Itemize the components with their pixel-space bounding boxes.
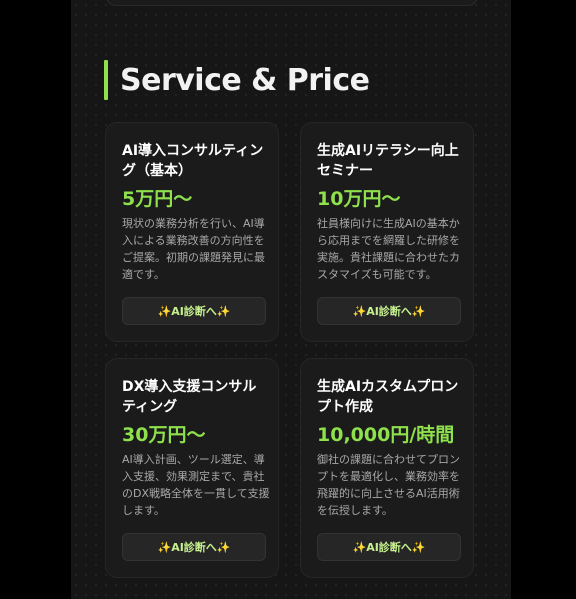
card-description: AI導入計画、ツール選定、導入支援、効果測定まで、貴社のDX戦略全体を一貫して支… bbox=[122, 453, 270, 517]
ai-diagnosis-button[interactable]: ✨AI診断へ✨ bbox=[122, 533, 266, 561]
ai-diagnosis-button[interactable]: ✨AI診断へ✨ bbox=[317, 533, 461, 561]
card-title: 生成AIリテラシー向上セミナー bbox=[317, 143, 459, 179]
service-card-ai-consulting: AI導入コンサルティング（基本） 5万円〜 現状の業務分析を行い、AI導入による… bbox=[105, 122, 279, 342]
card-title: AI導入コンサルティング（基本） bbox=[122, 143, 264, 179]
ai-diagnosis-button[interactable]: ✨AI診断へ✨ bbox=[122, 297, 266, 325]
card-description: 現状の業務分析を行い、AI導入による業務改善の方向性をご提案。初期の課題発見に最… bbox=[122, 217, 265, 281]
service-card-custom-prompt: 生成AIカスタムプロンプト作成 10,000円/時間 御社の課題に合わせてプロン… bbox=[300, 358, 474, 578]
service-card-ai-seminar: 生成AIリテラシー向上セミナー 10万円〜 社員様向けに生成AIの基本から応用ま… bbox=[300, 122, 474, 342]
ai-diagnosis-button[interactable]: ✨AI診断へ✨ bbox=[317, 297, 461, 325]
section-header: Service & Price bbox=[104, 60, 370, 100]
card-price: 5万円〜 bbox=[122, 188, 193, 210]
card-price: 30万円〜 bbox=[122, 424, 206, 446]
service-card-dx-consulting: DX導入支援コンサルティング 30万円〜 AI導入計画、ツール選定、導入支援、効… bbox=[105, 358, 279, 578]
card-price: 10万円〜 bbox=[317, 188, 401, 210]
card-title: DX導入支援コンサルティング bbox=[122, 379, 257, 415]
accent-bar bbox=[104, 60, 108, 100]
section-title: Service & Price bbox=[120, 62, 370, 98]
card-description: 御社の課題に合わせてプロンプトを最適化し、業務効率を飛躍的に向上させるAI活用術… bbox=[317, 453, 460, 517]
card-description: 社員様向けに生成AIの基本から応用までを網羅した研修を実施。貴社課題に合わせたカ… bbox=[317, 217, 460, 281]
page-section: Service & Price AI導入コンサルティング（基本） 5万円〜 現状… bbox=[71, 0, 511, 599]
previous-section-card bbox=[106, 0, 478, 6]
card-title: 生成AIカスタムプロンプト作成 bbox=[317, 379, 459, 415]
card-price: 10,000円/時間 bbox=[317, 424, 455, 446]
